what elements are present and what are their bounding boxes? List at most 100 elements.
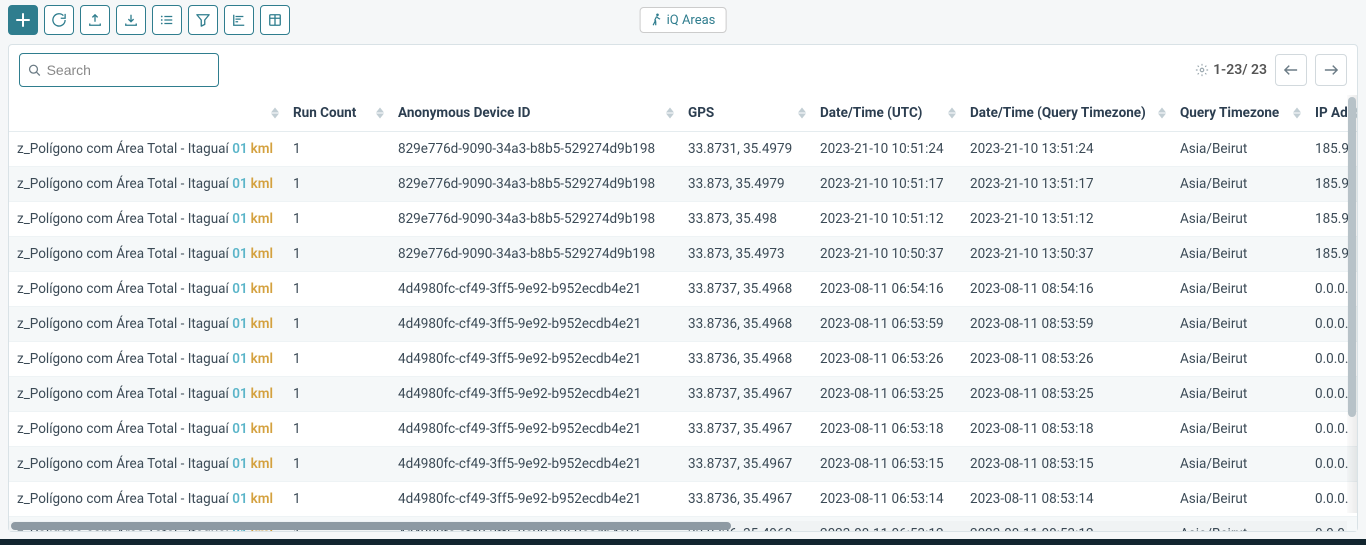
table-row[interactable]: z_Polígono com Área Total - Itaguaí 01km…: [9, 307, 1357, 342]
cell-file: z_Polígono com Área Total - Itaguaí 01km…: [9, 167, 285, 202]
arrow-right-icon: [1324, 64, 1338, 76]
cell-tz: Asia/Beirut: [1172, 132, 1307, 167]
upload-icon: [88, 13, 102, 27]
table-row[interactable]: z_Polígono com Área Total - Itaguaí 01km…: [9, 447, 1357, 482]
search-box[interactable]: [19, 53, 219, 87]
cell-device_id: 829e776d-9090-34a3-b8b5-529274d9b198: [390, 167, 680, 202]
prev-button[interactable]: [1275, 54, 1307, 86]
column-header-gps[interactable]: GPS: [680, 95, 812, 132]
data-panel: 1-23/ 23 Run Count Anonymous Device IDGPS…: [8, 44, 1358, 532]
column-label: Run Count: [293, 105, 356, 121]
horizontal-scrollbar-thumb[interactable]: [11, 522, 731, 530]
table-button[interactable]: [260, 5, 290, 35]
table-header-row: Run Count Anonymous Device IDGPS Date/Time…: [9, 95, 1357, 132]
table-row[interactable]: z_Polígono com Área Total - Itaguaí 01km…: [9, 272, 1357, 307]
chart-button[interactable]: [224, 5, 254, 35]
cell-device_id: 4d4980fc-cf49-3ff5-9e92-b952ecdb4e21: [390, 447, 680, 482]
vertical-scrollbar-thumb[interactable]: [1348, 97, 1356, 417]
column-header-dt_utc[interactable]: Date/Time (UTC): [812, 95, 962, 132]
gear-icon[interactable]: [1195, 63, 1209, 77]
sort-icon[interactable]: [948, 108, 956, 119]
cell-run_count: 1: [285, 447, 390, 482]
sort-icon[interactable]: [798, 108, 806, 119]
table-row[interactable]: z_Polígono com Área Total - Itaguaí 01km…: [9, 482, 1357, 517]
cell-dt_query: 2023-21-10 13:51:17: [962, 167, 1172, 202]
filter-icon: [196, 13, 210, 27]
table-container: Run Count Anonymous Device IDGPS Date/Time…: [9, 95, 1357, 531]
cell-run_count: 1: [285, 132, 390, 167]
filter-button[interactable]: [188, 5, 218, 35]
horizontal-scrollbar[interactable]: [9, 521, 1347, 531]
cell-dt_utc: 2023-08-11 06:53:15: [812, 447, 962, 482]
cell-run_count: 1: [285, 272, 390, 307]
cell-tz: Asia/Beirut: [1172, 237, 1307, 272]
cell-tz: Asia/Beirut: [1172, 202, 1307, 237]
cell-dt_query: 2023-08-11 08:53:59: [962, 307, 1172, 342]
cell-dt_query: 2023-21-10 13:51:24: [962, 132, 1172, 167]
cell-run_count: 1: [285, 342, 390, 377]
column-label: Date/Time (Query Timezone): [970, 105, 1146, 121]
sort-icon[interactable]: [376, 108, 384, 119]
refresh-button[interactable]: [44, 5, 74, 35]
next-button[interactable]: [1315, 54, 1347, 86]
column-header-run_count[interactable]: Run Count: [285, 95, 390, 132]
cell-file: z_Polígono com Área Total - Itaguaí 01km…: [9, 377, 285, 412]
bar-chart-icon: [232, 13, 246, 27]
cell-file: z_Polígono com Área Total - Itaguaí 01km…: [9, 482, 285, 517]
add-button[interactable]: [8, 5, 38, 35]
import-button[interactable]: [116, 5, 146, 35]
cell-gps: 33.8737, 35.4967: [680, 412, 812, 447]
vertical-scrollbar[interactable]: [1347, 95, 1357, 513]
column-label: Date/Time (UTC): [820, 105, 922, 121]
sort-icon[interactable]: [271, 108, 279, 119]
sort-icon[interactable]: [1293, 108, 1301, 119]
sort-icon[interactable]: [666, 108, 674, 119]
column-header-dt_query[interactable]: Date/Time (Query Timezone): [962, 95, 1172, 132]
cell-device_id: 4d4980fc-cf49-3ff5-9e92-b952ecdb4e21: [390, 272, 680, 307]
iq-areas-button[interactable]: iQ Areas: [640, 7, 727, 33]
cell-run_count: 1: [285, 202, 390, 237]
export-button[interactable]: [80, 5, 110, 35]
cell-tz: Asia/Beirut: [1172, 377, 1307, 412]
cell-tz: Asia/Beirut: [1172, 342, 1307, 377]
cell-tz: Asia/Beirut: [1172, 447, 1307, 482]
sort-icon[interactable]: [1158, 108, 1166, 119]
cell-file: z_Polígono com Área Total - Itaguaí 01km…: [9, 202, 285, 237]
cell-run_count: 1: [285, 307, 390, 342]
column-header-file[interactable]: [9, 95, 285, 132]
cell-dt_utc: 2023-08-11 06:53:25: [812, 377, 962, 412]
pagination: 1-23/ 23: [1195, 54, 1347, 86]
table-row[interactable]: z_Polígono com Área Total - Itaguaí 01km…: [9, 132, 1357, 167]
cell-gps: 33.873, 35.4973: [680, 237, 812, 272]
cell-file: z_Polígono com Área Total - Itaguaí 01km…: [9, 307, 285, 342]
table-row[interactable]: z_Polígono com Área Total - Itaguaí 01km…: [9, 167, 1357, 202]
cell-file: z_Polígono com Área Total - Itaguaí 01km…: [9, 342, 285, 377]
cell-run_count: 1: [285, 167, 390, 202]
search-input[interactable]: [47, 62, 210, 78]
cell-gps: 33.873, 35.498: [680, 202, 812, 237]
cell-file: z_Polígono com Área Total - Itaguaí 01km…: [9, 237, 285, 272]
pagination-count: 1-23/ 23: [1213, 62, 1267, 78]
table-row[interactable]: z_Polígono com Área Total - Itaguaí 01km…: [9, 412, 1357, 447]
column-header-tz[interactable]: Query Timezone: [1172, 95, 1307, 132]
cell-gps: 33.8737, 35.4967: [680, 377, 812, 412]
cell-tz: Asia/Beirut: [1172, 412, 1307, 447]
cell-run_count: 1: [285, 237, 390, 272]
table-row[interactable]: z_Polígono com Área Total - Itaguaí 01km…: [9, 237, 1357, 272]
toolbar: iQ Areas: [0, 0, 1366, 40]
table-row[interactable]: z_Polígono com Área Total - Itaguaí 01km…: [9, 202, 1357, 237]
cell-run_count: 1: [285, 482, 390, 517]
table-row[interactable]: z_Polígono com Área Total - Itaguaí 01km…: [9, 377, 1357, 412]
cell-gps: 33.8737, 35.4968: [680, 272, 812, 307]
cell-dt_utc: 2023-08-11 06:54:16: [812, 272, 962, 307]
table-icon: [268, 13, 282, 27]
column-header-device_id[interactable]: Anonymous Device ID: [390, 95, 680, 132]
walking-icon: [651, 13, 663, 27]
list-icon: [160, 13, 174, 27]
iq-areas-label: iQ Areas: [667, 13, 716, 28]
table-row[interactable]: z_Polígono com Área Total - Itaguaí 01km…: [9, 342, 1357, 377]
cell-dt_query: 2023-08-11 08:53:14: [962, 482, 1172, 517]
cell-device_id: 4d4980fc-cf49-3ff5-9e92-b952ecdb4e21: [390, 307, 680, 342]
list-button[interactable]: [152, 5, 182, 35]
data-table: Run Count Anonymous Device IDGPS Date/Time…: [9, 95, 1357, 531]
